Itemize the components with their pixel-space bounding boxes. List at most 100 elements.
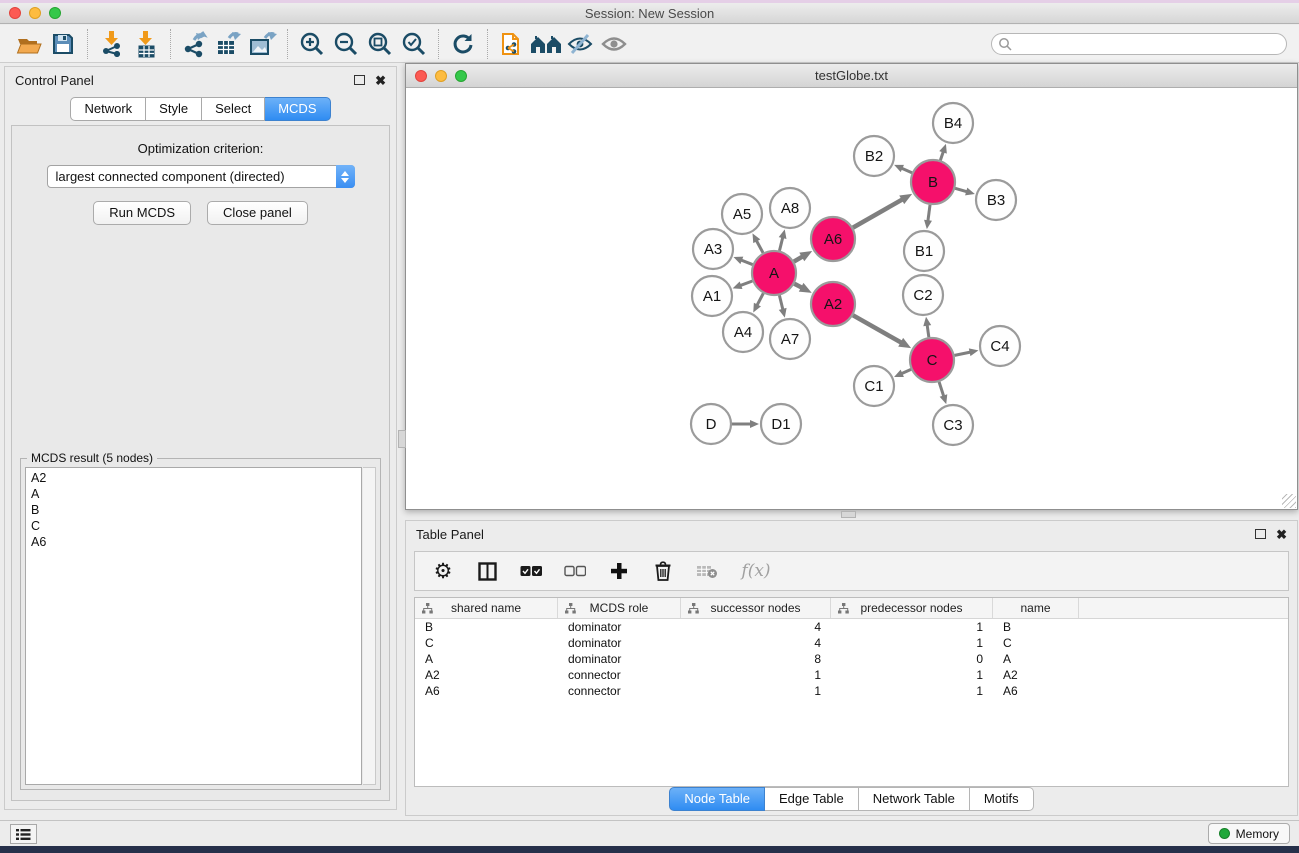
table-panel-tabs: Node Table Edge Table Network Table Moti…: [406, 787, 1297, 811]
zoom-in-button[interactable]: [295, 28, 329, 60]
refresh-button[interactable]: [446, 28, 480, 60]
save-session-button[interactable]: [46, 28, 80, 60]
float-panel-icon[interactable]: [354, 75, 365, 85]
tab-mcds[interactable]: MCDS: [265, 97, 330, 121]
resize-grip-icon[interactable]: [1282, 494, 1296, 508]
network-from-file-button[interactable]: [495, 28, 529, 60]
result-scrollbar[interactable]: [363, 467, 376, 785]
search-input[interactable]: [1016, 37, 1280, 51]
import-table-button[interactable]: [129, 28, 163, 60]
tab-style[interactable]: Style: [146, 97, 202, 121]
zoom-fit-icon: [367, 31, 393, 57]
graph-edge[interactable]: [853, 315, 902, 343]
table-row[interactable]: A2 connector 1 1 A2: [415, 667, 1288, 683]
graph-edge[interactable]: [779, 236, 783, 251]
graph-edge[interactable]: [779, 295, 783, 310]
memory-button[interactable]: Memory: [1208, 823, 1290, 844]
list-item[interactable]: A2: [31, 470, 361, 486]
graph-node-label: C1: [864, 378, 883, 395]
add-column-button[interactable]: [607, 559, 631, 583]
select-all-button[interactable]: [519, 559, 543, 583]
function-builder-button[interactable]: f(x): [739, 559, 773, 583]
graph-edge[interactable]: [740, 260, 753, 265]
table-row[interactable]: C dominator 4 1 C: [415, 635, 1288, 651]
graph-edge[interactable]: [756, 293, 763, 306]
show-all-button[interactable]: [597, 28, 631, 60]
column-header-predecessor-nodes[interactable]: predecessor nodes: [831, 598, 993, 618]
dropdown-selected-value: largest connected component (directed): [48, 169, 336, 184]
show-columns-button[interactable]: [475, 559, 499, 583]
task-history-button[interactable]: [10, 824, 37, 844]
table-settings-button[interactable]: ⚙: [431, 559, 455, 583]
graph-edge-arrow-icon: [733, 257, 743, 264]
float-panel-icon[interactable]: [1255, 529, 1266, 539]
list-item[interactable]: A: [31, 486, 361, 502]
column-header-successor-nodes[interactable]: successor nodes: [681, 598, 831, 618]
list-item[interactable]: C: [31, 518, 361, 534]
graph-edge[interactable]: [928, 205, 930, 222]
close-panel-icon[interactable]: ✖: [1276, 528, 1287, 541]
tab-network-table[interactable]: Network Table: [859, 787, 970, 811]
run-mcds-button[interactable]: Run MCDS: [93, 201, 191, 225]
column-header-shared-name[interactable]: shared name: [415, 598, 558, 618]
network-graph[interactable]: B4B2BB3A5A8A6B1A3AC2A1A2A4A7C4CC1C3DD1: [406, 88, 1297, 509]
graph-node-label: B2: [865, 148, 883, 165]
table-row[interactable]: A6 connector 1 1 A6: [415, 683, 1288, 699]
open-file-button[interactable]: [12, 28, 46, 60]
close-panel-icon[interactable]: ✖: [375, 74, 386, 87]
graph-node-label: B3: [987, 192, 1005, 209]
graph-edge[interactable]: [955, 188, 968, 192]
search-field[interactable]: [991, 33, 1287, 55]
export-image-button[interactable]: [246, 28, 280, 60]
list-item[interactable]: B: [31, 502, 361, 518]
close-panel-button[interactable]: Close panel: [207, 201, 308, 225]
export-image-icon: [248, 30, 278, 58]
column-header-name[interactable]: name: [993, 598, 1079, 618]
houses-icon: [529, 32, 563, 56]
export-table-button[interactable]: [212, 28, 246, 60]
splitter-handle-bottom[interactable]: [841, 511, 856, 518]
zoom-fit-button[interactable]: [363, 28, 397, 60]
graph-edge-arrow-icon: [733, 281, 743, 289]
import-network-button[interactable]: [95, 28, 129, 60]
zoom-selected-button[interactable]: [397, 28, 431, 60]
graph-edge[interactable]: [927, 324, 929, 337]
delete-column-button[interactable]: [651, 559, 675, 583]
tab-network[interactable]: Network: [70, 97, 146, 121]
graph-edge-arrow-icon: [940, 394, 948, 404]
network-canvas[interactable]: B4B2BB3A5A8A6B1A3AC2A1A2A4A7C4CC1C3DD1: [406, 88, 1297, 509]
tab-motifs[interactable]: Motifs: [970, 787, 1034, 811]
optimization-criterion-dropdown[interactable]: largest connected component (directed): [47, 165, 355, 188]
tab-select[interactable]: Select: [202, 97, 265, 121]
tab-edge-table[interactable]: Edge Table: [765, 787, 859, 811]
export-network-button[interactable]: [178, 28, 212, 60]
graph-edge[interactable]: [853, 199, 903, 228]
column-header-mcds-role[interactable]: MCDS role: [558, 598, 681, 618]
splitter-handle-left[interactable]: [398, 430, 406, 448]
graph-edge[interactable]: [939, 382, 944, 398]
graph-edge[interactable]: [739, 281, 752, 286]
mcds-result-list: A2 A B C A6: [25, 467, 362, 785]
refresh-icon: [450, 31, 476, 57]
deselect-all-button[interactable]: [563, 559, 587, 583]
destroy-table-button[interactable]: [695, 559, 719, 583]
main-titlebar: Session: New Session: [0, 3, 1299, 24]
control-panel-header: Control Panel ✖: [5, 67, 396, 93]
toolbar-separator: [170, 29, 171, 59]
table-row[interactable]: B dominator 4 1 B: [415, 619, 1288, 635]
list-item[interactable]: A6: [31, 534, 361, 550]
zoom-out-button[interactable]: [329, 28, 363, 60]
graph-edge-arrow-icon: [939, 144, 947, 154]
mcds-panel: Optimization criterion: largest connecte…: [11, 125, 390, 801]
tab-node-table[interactable]: Node Table: [669, 787, 765, 811]
graph-edge[interactable]: [756, 239, 763, 252]
control-panel-tabs: Network Style Select MCDS: [5, 97, 396, 121]
gear-icon: ⚙: [434, 561, 453, 582]
table-row[interactable]: A dominator 8 0 A: [415, 651, 1288, 667]
network-window-titlebar: testGlobe.txt: [406, 64, 1297, 88]
home-layout-button[interactable]: [529, 28, 563, 60]
dropdown-stepper-icon[interactable]: [336, 165, 355, 188]
hide-selected-button[interactable]: [563, 28, 597, 60]
graph-node-label: A1: [703, 288, 721, 305]
graph-edge[interactable]: [955, 352, 972, 356]
